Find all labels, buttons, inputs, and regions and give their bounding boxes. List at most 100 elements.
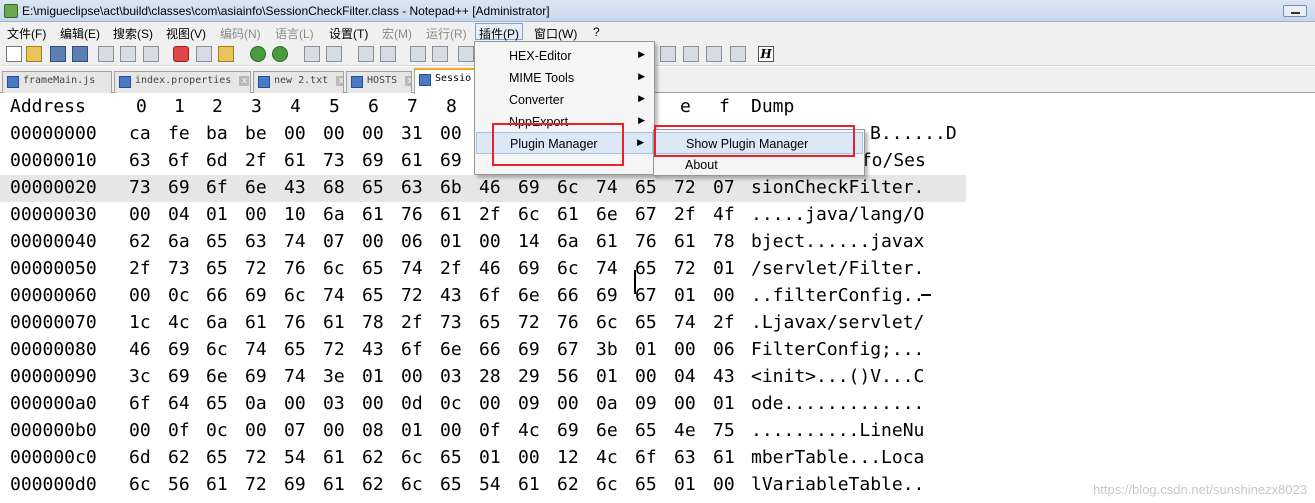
hex-byte[interactable]: 03 xyxy=(440,366,462,387)
hex-byte[interactable]: 61 xyxy=(206,474,228,495)
hex-byte[interactable]: 65 xyxy=(362,285,384,306)
menu-item-hex-editor[interactable]: HEX-Editor ▶ xyxy=(476,45,653,67)
menu-encoding[interactable]: 编码(N) xyxy=(217,24,264,41)
hex-byte[interactable]: 0f xyxy=(168,420,190,441)
hex-byte[interactable]: 61 xyxy=(284,150,306,171)
hex-byte[interactable]: 07 xyxy=(284,420,306,441)
copy-icon[interactable] xyxy=(196,46,212,62)
hex-byte[interactable]: ba xyxy=(206,123,228,144)
hex-byte[interactable]: 62 xyxy=(168,447,190,468)
hex-byte[interactable]: 69 xyxy=(362,150,384,171)
menu-run[interactable]: 运行(R) xyxy=(423,24,470,41)
hex-byte[interactable]: 69 xyxy=(557,420,579,441)
minimize-button[interactable] xyxy=(1283,5,1307,17)
hex-byte[interactable]: 65 xyxy=(635,258,657,279)
hex-byte[interactable]: 00 xyxy=(362,393,384,414)
hex-byte[interactable]: 6b xyxy=(440,177,462,198)
zoom-in-icon[interactable] xyxy=(358,46,374,62)
hex-byte[interactable]: 72 xyxy=(245,258,267,279)
hex-row[interactable]: 000000b0 00 0f 0c 00 07 00 08 01 00 0f 4c 69 6e 65 4e 75… xyxy=(0,418,966,445)
sync-h-icon[interactable] xyxy=(432,46,448,62)
hex-byte[interactable]: 6c xyxy=(596,312,618,333)
hex-byte[interactable]: 01 xyxy=(635,339,657,360)
hex-byte[interactable]: 2f xyxy=(129,258,151,279)
hex-byte[interactable]: 69 xyxy=(596,285,618,306)
hex-byte[interactable]: 1c xyxy=(129,312,151,333)
hex-byte[interactable]: 07 xyxy=(713,177,735,198)
hex-byte[interactable]: 00 xyxy=(674,339,696,360)
hex-byte[interactable]: 62 xyxy=(557,474,579,495)
close-all-icon[interactable] xyxy=(120,46,136,62)
tab-index-properties[interactable]: index.properties x xyxy=(114,71,251,93)
hex-byte[interactable]: 72 xyxy=(674,177,696,198)
replace-icon[interactable] xyxy=(326,46,342,62)
sync-v-icon[interactable] xyxy=(410,46,426,62)
undo-icon[interactable] xyxy=(250,46,266,62)
hex-byte[interactable]: 61 xyxy=(323,474,345,495)
hex-row[interactable]: 00000060 00 0c 66 69 6c 74 65 72 43 6f 6e 66 69 67 01 00… xyxy=(0,283,966,310)
hex-byte[interactable]: 66 xyxy=(206,285,228,306)
menu-item-about[interactable]: About xyxy=(655,154,863,176)
hex-byte[interactable]: 3c xyxy=(129,366,151,387)
tab-new-2-txt[interactable]: new 2.txt x xyxy=(253,71,344,93)
save-all-icon[interactable] xyxy=(72,46,88,62)
new-file-icon[interactable] xyxy=(6,46,22,62)
hex-byte[interactable]: 63 xyxy=(245,231,267,252)
hex-byte[interactable]: 43 xyxy=(440,285,462,306)
menu-edit[interactable]: 编辑(E) xyxy=(57,24,103,41)
hex-byte[interactable]: 3e xyxy=(323,366,345,387)
hex-byte[interactable]: 63 xyxy=(674,447,696,468)
macro-play-icon[interactable] xyxy=(683,46,699,62)
hex-byte[interactable]: 74 xyxy=(596,177,618,198)
hex-byte[interactable]: 61 xyxy=(518,474,540,495)
hex-byte[interactable]: 69 xyxy=(284,474,306,495)
hex-row[interactable]: 00000070 1c 4c 6a 61 76 61 78 2f 73 65 72 76 6c 65 74 2f… xyxy=(0,310,966,337)
hex-byte[interactable]: 63 xyxy=(401,177,423,198)
hex-byte[interactable]: 6d xyxy=(129,447,151,468)
hex-byte[interactable]: 00 xyxy=(557,393,579,414)
save-icon[interactable] xyxy=(50,46,66,62)
hex-byte[interactable]: 6e xyxy=(596,204,618,225)
hex-byte[interactable]: 69 xyxy=(518,258,540,279)
menu-help[interactable]: ? xyxy=(590,24,603,41)
hex-byte[interactable]: 76 xyxy=(284,312,306,333)
hex-editor-toggle-icon[interactable]: H xyxy=(758,46,774,62)
hex-byte[interactable]: 63 xyxy=(129,150,151,171)
hex-byte[interactable]: 06 xyxy=(401,231,423,252)
hex-byte[interactable]: 46 xyxy=(479,177,501,198)
hex-byte[interactable]: 73 xyxy=(129,177,151,198)
close-icon[interactable] xyxy=(98,46,114,62)
hex-byte[interactable]: 65 xyxy=(635,474,657,495)
hex-byte[interactable]: 65 xyxy=(206,447,228,468)
hex-byte[interactable]: 69 xyxy=(168,177,190,198)
hex-byte[interactable]: 76 xyxy=(401,204,423,225)
tab-sessioncheckfilter-class[interactable]: Sessio xyxy=(414,68,476,94)
hex-byte[interactable]: 43 xyxy=(284,177,306,198)
hex-byte[interactable]: 12 xyxy=(557,447,579,468)
hex-row[interactable]: 00000050 2f 73 65 72 76 6c 65 74 2f 46 69 6c 74 65 72 01… xyxy=(0,256,966,283)
hex-byte[interactable]: 0c xyxy=(206,420,228,441)
hex-byte[interactable]: 6c xyxy=(557,258,579,279)
hex-byte[interactable]: 65 xyxy=(635,177,657,198)
hex-byte[interactable]: 74 xyxy=(596,258,618,279)
hex-byte[interactable]: 65 xyxy=(635,312,657,333)
hex-row[interactable]: 00000090 3c 69 6e 69 74 3e 01 00 03 28 29 56 01 00 04 43… xyxy=(0,364,966,391)
hex-byte[interactable]: 62 xyxy=(362,474,384,495)
hex-byte[interactable]: 6c xyxy=(518,204,540,225)
paste-icon[interactable] xyxy=(218,46,234,62)
hex-byte[interactable]: 00 xyxy=(362,231,384,252)
find-icon[interactable] xyxy=(304,46,320,62)
hex-byte[interactable]: 2f xyxy=(245,150,267,171)
hex-row[interactable]: 000000c0 6d 62 65 72 54 61 62 6c 65 01 00 12 4c 6f 63 61… xyxy=(0,445,966,472)
tab-close-icon[interactable]: x xyxy=(336,76,343,86)
hex-byte[interactable]: 62 xyxy=(362,447,384,468)
hex-byte[interactable]: 6e xyxy=(245,177,267,198)
hex-byte[interactable]: 46 xyxy=(129,339,151,360)
hex-byte[interactable]: 74 xyxy=(674,312,696,333)
hex-row[interactable]: 00000080 46 69 6c 74 65 72 43 6f 6e 66 69 67 3b 01 00 06… xyxy=(0,337,966,364)
hex-byte[interactable]: 65 xyxy=(362,177,384,198)
hex-byte[interactable]: 00 xyxy=(440,123,462,144)
hex-byte[interactable]: 76 xyxy=(557,312,579,333)
hex-byte[interactable]: 72 xyxy=(245,474,267,495)
hex-byte[interactable]: 6e xyxy=(206,366,228,387)
